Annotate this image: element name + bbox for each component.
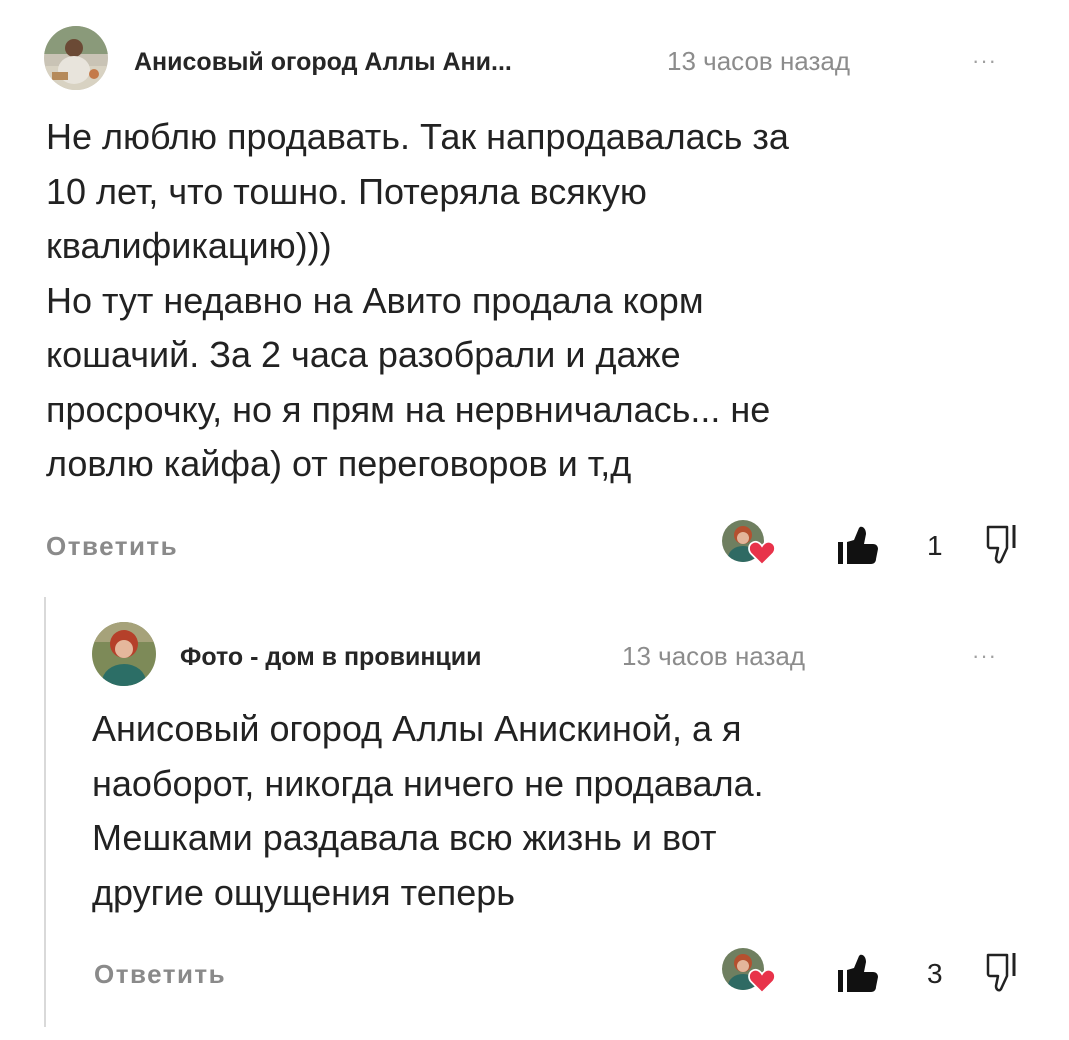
comment-text-line: кошачий. За 2 часа разобрали и даже bbox=[46, 334, 681, 375]
more-options-button[interactable]: ··· bbox=[972, 50, 997, 72]
like-count: 3 bbox=[927, 958, 943, 989]
comment-text-line: Не люблю продавать. Так напродавалась за bbox=[46, 116, 789, 157]
comment-text-line: Мешками раздавала всю жизнь и вот bbox=[92, 817, 717, 858]
comment-text-line: другие ощущения теперь bbox=[92, 871, 516, 913]
comment-time: 13 часов назад bbox=[667, 46, 851, 76]
comment-text-line: 10 лет, что тошно. Потеряла всякую bbox=[46, 170, 647, 212]
author-heart-badge bbox=[722, 520, 778, 566]
author-heart-badge bbox=[722, 948, 778, 994]
thread-line bbox=[44, 597, 46, 1027]
comment-text-line: ловлю кайфа) от переговоров и т,д bbox=[46, 443, 632, 484]
reply-button[interactable]: Ответить bbox=[94, 959, 226, 990]
heart-icon bbox=[748, 968, 776, 994]
thumbs-down-icon[interactable] bbox=[984, 950, 1026, 994]
comment-text-line: Анисовый огород Аллы Анискиной, а я bbox=[92, 708, 742, 749]
comment-text-line: квалификацию))) bbox=[46, 225, 332, 266]
thumbs-down-icon[interactable] bbox=[984, 522, 1026, 566]
heart-icon bbox=[748, 540, 776, 566]
comment-text-line: наоборот, никогда ничего не продавала. bbox=[92, 762, 764, 804]
comment-author[interactable]: Анисовый огород Аллы Ани... bbox=[134, 48, 512, 77]
comment-text-line: Но тут недавно на Авито продала корм bbox=[46, 279, 704, 321]
comment-text: Анисовый огород Аллы Анискиной, а я наоб… bbox=[92, 702, 1042, 920]
more-options-button[interactable]: ··· bbox=[972, 645, 997, 667]
comment-text: Не люблю продавать. Так напродавалась за… bbox=[46, 110, 1046, 492]
thumbs-up-icon[interactable] bbox=[836, 522, 882, 568]
reply-button[interactable]: Ответить bbox=[46, 531, 178, 562]
comment-author[interactable]: Фото - дом в провинции bbox=[180, 643, 482, 672]
avatar[interactable] bbox=[92, 622, 156, 686]
comment-text-line: просрочку, но я прям на нервничалась... … bbox=[46, 388, 771, 430]
like-count: 1 bbox=[927, 530, 943, 561]
comment-time: 13 часов назад bbox=[622, 641, 806, 671]
thumbs-up-icon[interactable] bbox=[836, 950, 882, 996]
avatar[interactable] bbox=[44, 26, 108, 90]
